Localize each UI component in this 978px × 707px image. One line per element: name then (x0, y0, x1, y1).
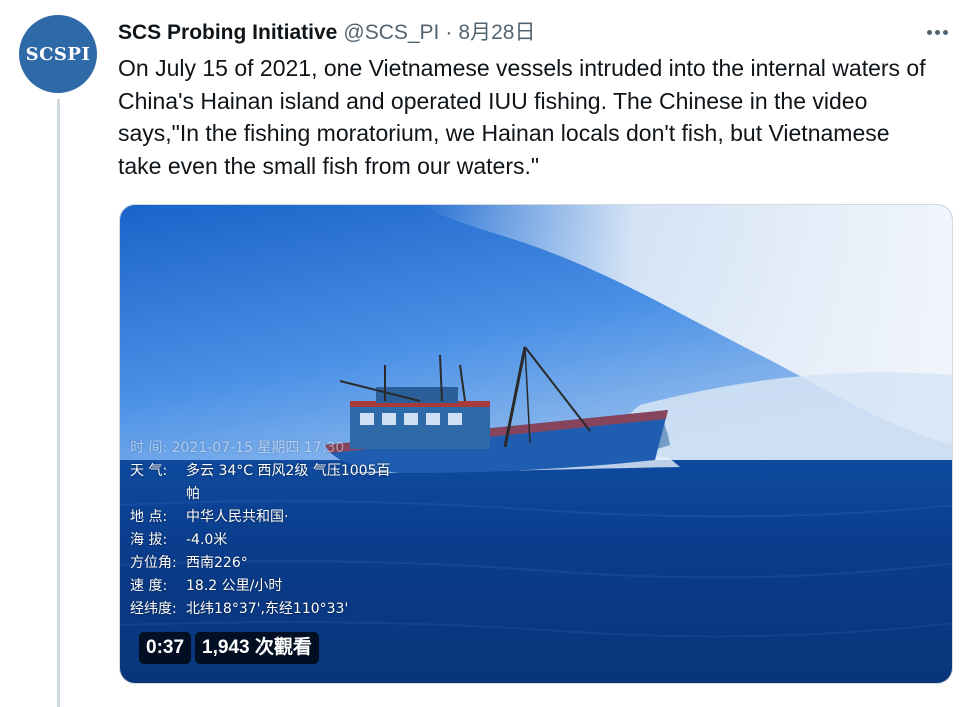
overlay-coords-label: 经纬度: (130, 601, 177, 617)
tweet-timestamp[interactable]: 8月28日 (458, 16, 535, 46)
video-duration-badge: 0:37 (139, 632, 192, 664)
overlay-altitude-label: 海 拔: (130, 532, 168, 548)
overlay-speed-label: 速 度: (130, 578, 168, 594)
tweet-header: SCS Probing Initiative @SCS_PI · 8月28日 (118, 16, 918, 46)
overlay-altitude-value: -4.0米 (186, 532, 228, 548)
overlay-location-label: 地 点: (130, 509, 168, 525)
avatar-logo-text: SCSPI (25, 43, 91, 65)
more-options-button[interactable] (922, 20, 952, 44)
video-overlay-info: 时 间: 2021-07-15 星期四 17:30 天 气: 多云 34°C 西风… (130, 437, 390, 621)
overlay-azimuth-value: 西南226° (186, 555, 248, 571)
overlay-time: 时 间: 2021-07-15 星期四 17:30 (130, 440, 345, 456)
avatar[interactable]: SCSPI (19, 15, 97, 93)
video-player[interactable]: 时 间: 2021-07-15 星期四 17:30 天 气: 多云 34°C 西风… (119, 204, 953, 684)
separator-dot: · (445, 21, 453, 44)
thread-line (57, 99, 60, 707)
overlay-weather-label: 天 气: (130, 463, 168, 479)
video-views-badge: 1,943 次觀看 (195, 632, 319, 664)
author-handle[interactable]: @SCS_PI (343, 21, 439, 45)
more-horizontal-icon (926, 29, 932, 35)
overlay-azimuth-label: 方位角: (130, 555, 177, 571)
overlay-location-value: 中华人民共和国· (186, 509, 289, 525)
overlay-coords-value: 北纬18°37',东经110°33' (186, 601, 349, 617)
overlay-weather-value-cont: 帕 (186, 486, 200, 502)
overlay-weather-value: 多云 34°C 西风2级 气压1005百 (186, 463, 391, 479)
tweet-text: On July 15 of 2021, one Vietnamese vesse… (118, 55, 926, 179)
video-info-badges: 0:37 1,943 次觀看 (139, 632, 319, 664)
overlay-speed-value: 18.2 公里/小时 (186, 578, 283, 594)
author-display-name[interactable]: SCS Probing Initiative (118, 21, 337, 45)
